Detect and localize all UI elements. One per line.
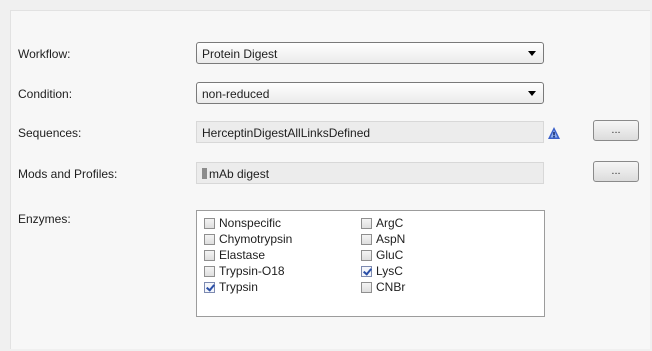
enzyme-elastase[interactable]: Elastase	[204, 248, 265, 264]
workflow-label: Workflow:	[18, 47, 71, 61]
enzyme-argc[interactable]: ArgC	[361, 216, 403, 232]
chevron-down-icon	[528, 91, 536, 96]
checkbox-cnbr[interactable]	[361, 282, 372, 293]
enzyme-trypsin-o18[interactable]: Trypsin-O18	[204, 264, 285, 280]
condition-value: non-reduced	[202, 87, 270, 101]
checkbox-trypsin[interactable]	[204, 282, 215, 293]
enzyme-aspn[interactable]: AspN	[361, 232, 405, 248]
enzymes-label: Enzymes:	[18, 212, 71, 226]
sequences-label: Sequences:	[18, 126, 82, 140]
sequences-browse-button[interactable]: ...	[593, 120, 639, 141]
checkbox-argc[interactable]	[361, 218, 372, 229]
mods-label: Mods and Profiles:	[18, 167, 118, 181]
workflow-value: Protein Digest	[202, 47, 278, 61]
alert-triangle-icon	[548, 127, 560, 139]
enzyme-cnbr[interactable]: CNBr	[361, 280, 405, 296]
checkbox-gluc[interactable]	[361, 250, 372, 261]
workflow-dropdown[interactable]: Protein Digest	[196, 42, 544, 64]
checkbox-aspn[interactable]	[361, 234, 372, 245]
sequences-field: HerceptinDigestAllLinksDefined	[196, 121, 544, 143]
mods-value: mAb digest	[209, 167, 270, 181]
checkbox-lysc[interactable]	[361, 266, 372, 277]
checkbox-elastase[interactable]	[204, 250, 215, 261]
chevron-down-icon	[528, 51, 536, 56]
mods-browse-button[interactable]: ...	[593, 161, 639, 182]
enzyme-lysc[interactable]: LysC	[361, 264, 403, 280]
profile-swatch-icon	[202, 168, 207, 179]
enzyme-chymotrypsin[interactable]: Chymotrypsin	[204, 232, 292, 248]
enzyme-gluc[interactable]: GluC	[361, 248, 403, 264]
enzyme-trypsin[interactable]: Trypsin	[204, 280, 258, 296]
condition-label: Condition:	[18, 87, 73, 101]
enzyme-nonspecific[interactable]: Nonspecific	[204, 216, 281, 232]
enzymes-list: Nonspecific Chymotrypsin Elastase Trypsi…	[196, 210, 545, 317]
mods-field: mAb digest	[196, 162, 544, 184]
checkbox-trypsin-o18[interactable]	[204, 266, 215, 277]
condition-dropdown[interactable]: non-reduced	[196, 82, 544, 104]
checkbox-nonspecific[interactable]	[204, 218, 215, 229]
checkbox-chymotrypsin[interactable]	[204, 234, 215, 245]
sequences-value: HerceptinDigestAllLinksDefined	[202, 126, 371, 140]
